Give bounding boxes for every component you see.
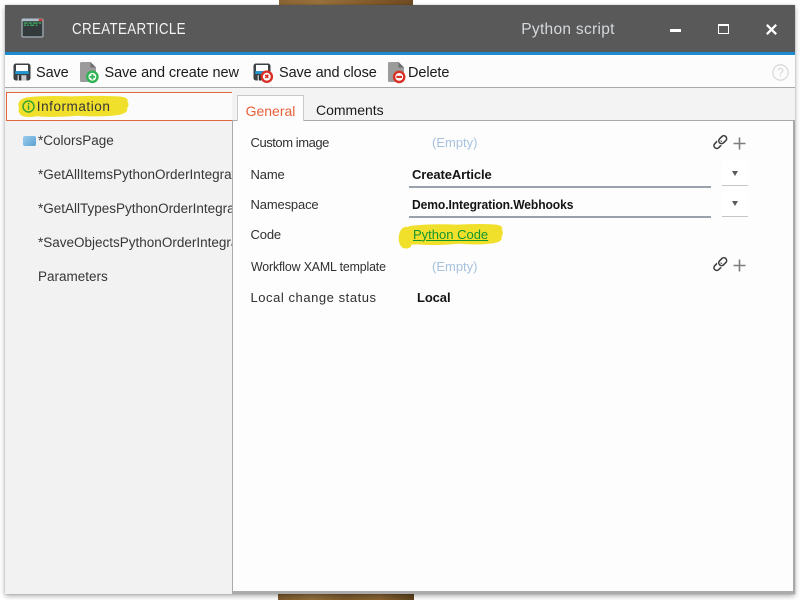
svg-text:?: ? — [777, 65, 784, 79]
